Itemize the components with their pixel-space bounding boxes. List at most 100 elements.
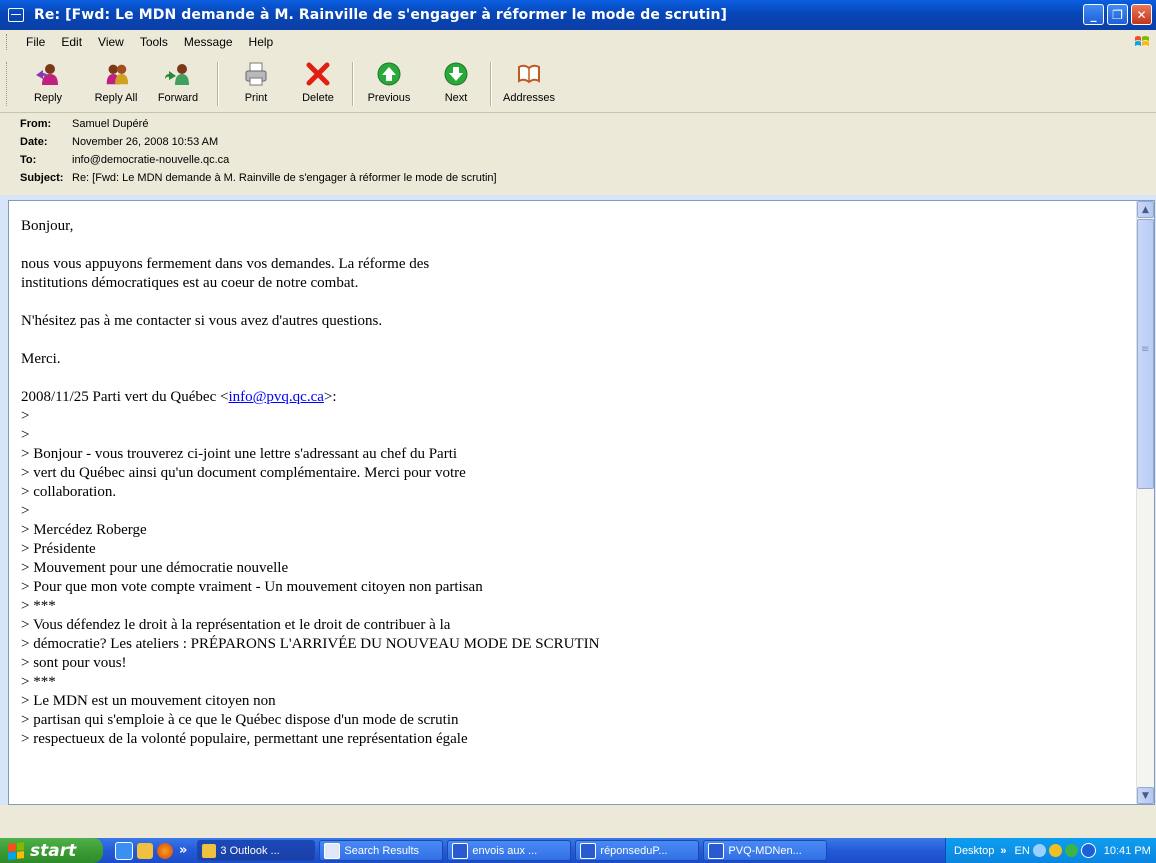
language-indicator[interactable]: EN [1014,845,1029,857]
task-outlook[interactable]: 3 Outlook ... [197,840,316,861]
task-word-envois[interactable]: envois aux ... [447,840,572,861]
reply-all-icon [102,60,130,88]
quoted-line: > Vous défendez le droit à la représenta… [21,617,451,633]
address-book-icon [515,60,543,88]
envelope-icon [8,8,24,22]
to-label: To: [20,154,37,166]
quick-launch [115,841,173,860]
message-body-pane[interactable]: Bonjour, nous vous appuyons fermement da… [8,200,1155,805]
email-link[interactable]: info@pvq.qc.ca [228,389,323,405]
clock[interactable]: 10:41 PM [1104,845,1151,857]
maximize-button[interactable]: ❐ [1107,4,1128,25]
body-line: N'hésitez pas à me contacter si vous ave… [21,313,383,329]
tray-overflow[interactable]: » [1000,845,1006,857]
quoted-line: > Bonjour - vous trouverez ci-joint une … [21,446,458,462]
quoted-line: > Présidente [21,541,96,557]
toolbar-separator [490,62,492,106]
date-label: Date: [20,136,48,148]
forward-icon [164,60,192,88]
to-value[interactable]: info@democratie-nouvelle.qc.ca [72,154,229,170]
quoted-line: > Pour que mon vote compte vraiment - Un… [21,579,483,595]
quoted-line: > démocratie? Les ateliers : PRÉPARONS L… [21,636,600,652]
task-word-reponse[interactable]: réponseduP... [575,840,700,861]
window-title-bar[interactable]: Re: [Fwd: Le MDN demande à M. Rainville … [0,0,1156,30]
reply-button[interactable]: Reply [26,60,70,108]
quoted-line: > respectueux de la volonté populaire, p… [21,731,468,747]
desktop-toolbar[interactable]: Desktop [954,845,994,857]
to-row: To: info@democratie-nouvelle.qc.ca [20,154,229,170]
menu-help[interactable]: Help [249,35,274,49]
minimize-button[interactable]: _ [1083,4,1104,25]
reply-all-button[interactable]: Reply All [86,60,146,108]
next-button[interactable]: Next [438,60,474,108]
from-row: From: Samuel Dupéré [20,118,148,134]
quote-header: 2008/11/25 Parti vert du Québec <info@pv… [21,389,337,405]
windows-logo-icon [1135,36,1149,46]
quoted-line: > Le MDN est un mouvement citoyen non [21,693,276,709]
menubar-grip [6,34,10,50]
delete-icon [304,60,332,88]
quoted-line: > Mouvement pour une démocratie nouvelle [21,560,289,576]
addresses-button[interactable]: Addresses [499,60,559,108]
task-word-pvq[interactable]: PVQ-MDNen... [703,840,828,861]
menu-bar: File Edit View Tools Message Help [0,30,1156,54]
firefox-icon[interactable] [157,842,173,859]
toolbar-separator [217,62,219,106]
system-tray: Desktop » EN 10:41 PM [945,838,1156,863]
previous-button[interactable]: Previous [364,60,414,108]
folder-icon[interactable] [137,842,153,859]
body-line: nous vous appuyons fermement dans vos de… [21,256,430,272]
menu-tools[interactable]: Tools [140,35,168,49]
toolbar-separator [352,62,354,106]
menu-file[interactable]: File [26,35,45,49]
forward-button[interactable]: Forward [150,60,206,108]
scroll-thumb[interactable] [1137,219,1154,489]
search-window-icon [324,842,341,859]
message-headers: From: Samuel Dupéré Date: November 26, 2… [0,113,1156,195]
quoted-line: > *** [21,674,56,690]
shield-icon[interactable] [1064,844,1078,857]
scroll-down-button[interactable]: ▼ [1137,787,1154,804]
status-area [0,805,1156,838]
menu-message[interactable]: Message [184,35,233,49]
quick-launch-overflow[interactable]: » [179,843,187,858]
from-label: From: [20,118,52,130]
quoted-line: > *** [21,598,56,614]
delete-button[interactable]: Delete [296,60,340,108]
close-button[interactable]: ✕ [1131,4,1152,25]
date-row: Date: November 26, 2008 10:53 AM [20,136,218,152]
up-arrow-icon [375,60,403,88]
toolbar: Reply Reply All Forward Print Delete Pre… [0,54,1156,113]
quoted-line: > partisan qui s'emploie à ce que le Qué… [21,712,459,728]
start-button[interactable]: start [0,838,103,863]
subject-value: Re: [Fwd: Le MDN demande à M. Rainville … [72,172,497,184]
printer-icon [242,60,270,88]
toolbar-grip [6,62,10,106]
from-value[interactable]: Samuel Dupéré [72,118,148,134]
taskbar: start » 3 Outlook ... Search Results env… [0,838,1156,863]
task-search-results[interactable]: Search Results [319,840,444,861]
menu-edit[interactable]: Edit [61,35,82,49]
quoted-line: > collaboration. [21,484,117,500]
date-value: November 26, 2008 10:53 AM [72,136,219,148]
word-doc-icon [452,842,469,859]
vertical-scrollbar[interactable]: ▲ ▼ [1136,201,1154,804]
outlook-icon [202,843,217,858]
ie-icon[interactable] [115,841,133,860]
quoted-line: > [21,408,30,424]
print-button[interactable]: Print [236,60,276,108]
info-icon[interactable] [1080,843,1096,858]
quoted-line: > [21,503,30,519]
reply-icon [34,60,62,88]
scroll-up-button[interactable]: ▲ [1137,201,1154,218]
body-line: Bonjour, [21,218,74,234]
subject-label: Subject: [20,172,64,184]
down-arrow-icon [442,60,470,88]
network-icon[interactable] [1032,844,1046,857]
security-warning-icon[interactable] [1048,844,1062,857]
window-title: Re: [Fwd: Le MDN demande à M. Rainville … [34,7,728,23]
quoted-line: > [21,427,30,443]
word-doc-icon [708,842,725,859]
quoted-line: > vert du Québec ainsi qu'un document co… [21,465,466,481]
menu-view[interactable]: View [98,35,124,49]
